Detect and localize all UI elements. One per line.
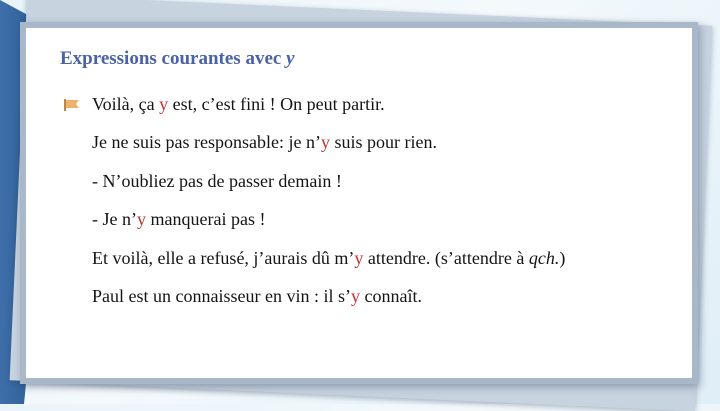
flag-bullet-icon <box>64 99 79 111</box>
sentence-4: - Je n’y manquerai pas ! <box>92 209 266 229</box>
sentence-2: Je ne suis pas responsable: je n’y suis … <box>92 132 437 152</box>
sentence-6: Paul est un connaisseur en vin : il s’y … <box>92 286 422 306</box>
sentence-5: Et voilà, elle a refusé, j’aurais dû m’y… <box>92 248 566 268</box>
slide-card: Expressions courantes avec y Voilà, ça y… <box>20 22 698 384</box>
sentence-1: Voilà, ça y est, c’est fini ! On peut pa… <box>92 94 385 114</box>
slide-title: Expressions courantes avec y <box>60 48 295 70</box>
sentence-3: - N’oubliez pas de passer demain ! <box>92 171 342 191</box>
title-y: y <box>286 48 295 69</box>
title-text: Expressions courantes avec <box>60 48 287 69</box>
